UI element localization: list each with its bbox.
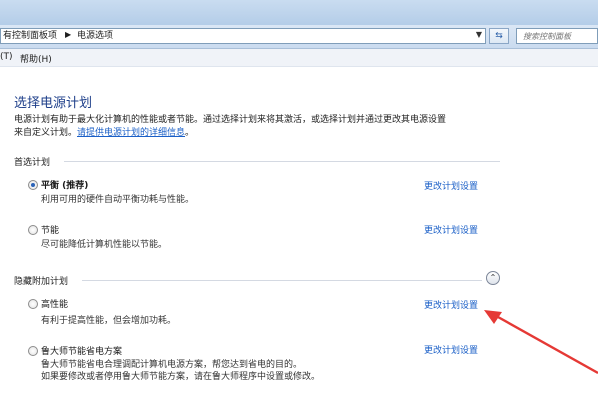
refresh-icon: ⇆ bbox=[495, 31, 503, 41]
window-title-bar bbox=[0, 0, 598, 25]
menu-bar: (T) 帮助(H) bbox=[0, 49, 598, 67]
main-content: 选择电源计划 电源计划有助于最大化计算机的性能或者节能。通过选择计划来将其激活，… bbox=[0, 67, 598, 410]
breadcrumb-control-panel-items[interactable]: 有控制面板项 bbox=[3, 31, 57, 42]
menu-item-tools[interactable]: (T) bbox=[0, 52, 13, 62]
chevron-down-icon[interactable]: ▼ bbox=[476, 30, 482, 39]
search-box[interactable] bbox=[516, 28, 598, 44]
breadcrumb-power-options[interactable]: 电源选项 bbox=[77, 31, 113, 42]
refresh-button[interactable]: ⇆ bbox=[489, 28, 509, 44]
menu-item-help[interactable]: 帮助(H) bbox=[20, 52, 52, 65]
breadcrumb-separator-icon[interactable]: ▶ bbox=[65, 30, 71, 39]
address-toolbar: 有控制面板项 ▶ 电源选项 ▼ ⇆ bbox=[0, 25, 598, 49]
annotation-arrow-icon bbox=[484, 310, 598, 375]
address-bar[interactable]: 有控制面板项 ▶ 电源选项 ▼ bbox=[0, 28, 486, 44]
search-input[interactable] bbox=[523, 30, 593, 42]
